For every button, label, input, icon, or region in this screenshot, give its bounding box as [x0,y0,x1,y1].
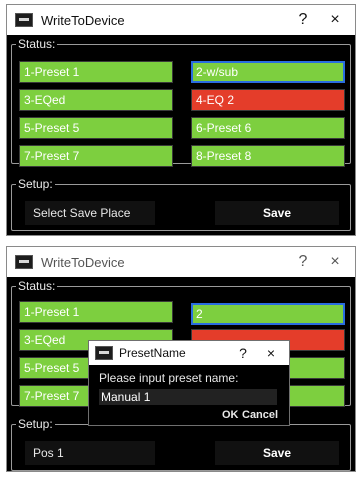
dialog-prompt: Please input preset name: [99,371,239,385]
setup-label: Setup: [18,177,53,191]
save-place-field-2[interactable]: Pos 1 [25,441,155,465]
app-icon-2 [15,255,33,269]
preset-slot-2b[interactable]: 2 [191,303,345,325]
preset-slot-7[interactable]: 7-Preset 7 [19,145,173,167]
save-place-field[interactable]: Select Save Place [25,201,155,225]
window-title: WriteToDevice [41,12,125,28]
preset-slot-4[interactable]: 4-EQ 2 [191,89,345,111]
preset-slot-1[interactable]: 1-Preset 1 [19,61,173,83]
setup-label-2: Setup: [18,417,53,431]
close-button[interactable]: × [319,11,351,29]
preset-slot-8[interactable]: 8-Preset 8 [191,145,345,167]
preset-name-input[interactable]: Manual 1 [99,389,277,405]
dialog-title: PresetName [119,346,186,360]
cancel-button[interactable]: Cancel [242,409,278,421]
preset-slot-3[interactable]: 3-EQed [19,89,173,111]
dialog-close-button[interactable]: × [257,345,285,361]
app-icon [15,13,33,27]
write-to-device-window: WriteToDevice ? × Status: 1-Preset 1 2-w… [6,4,356,236]
preset-name-dialog: PresetName ? × Please input preset name:… [88,340,290,426]
save-button-2[interactable]: Save [215,441,339,465]
preset-slot-2[interactable]: 2-w/sub [191,61,345,83]
title-bar-2: WriteToDevice ? × [7,247,355,277]
preset-slot-5[interactable]: 5-Preset 5 [19,117,173,139]
dialog-help-button[interactable]: ? [229,345,257,361]
status-label-2: Status: [18,279,56,293]
help-button-2[interactable]: ? [287,253,319,271]
window-title-2: WriteToDevice [41,254,125,270]
preset-slot-6[interactable]: 6-Preset 6 [191,117,345,139]
window-body: Status: 1-Preset 1 2-w/sub 3-EQed 4-EQ 2… [7,35,355,235]
ok-button[interactable]: OK [222,409,239,421]
status-label: Status: [18,37,56,51]
help-button[interactable]: ? [287,11,319,29]
dialog-app-icon [95,346,113,360]
close-button-2[interactable]: × [319,253,351,271]
save-button[interactable]: Save [215,201,339,225]
title-bar: WriteToDevice ? × [7,5,355,35]
dialog-title-bar: PresetName ? × [89,341,289,365]
preset-slot-1b[interactable]: 1-Preset 1 [19,301,173,323]
